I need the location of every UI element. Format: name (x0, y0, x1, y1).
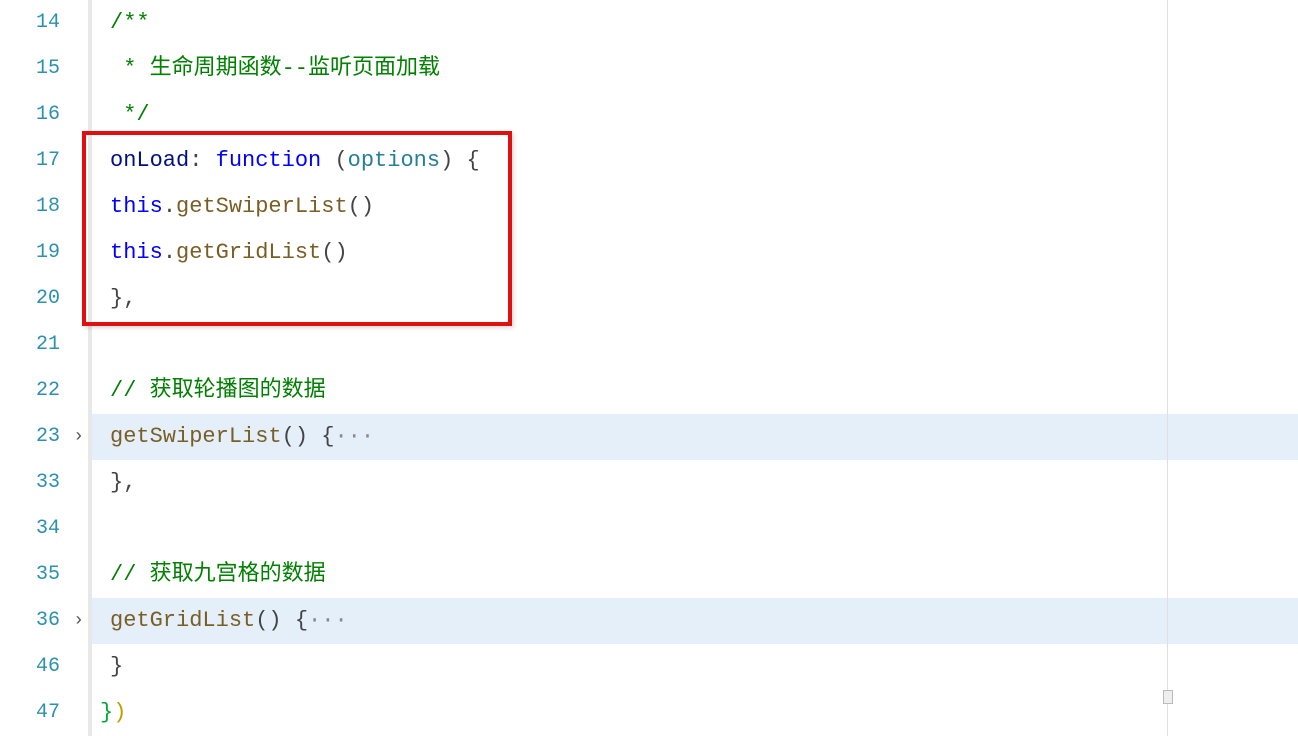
code-line: this.getSwiperList() (92, 184, 1298, 230)
line-number-gutter: 14 15 16 17 18 19 20 21 22 23› 33 34 35 … (0, 0, 88, 736)
code-line: // 获取九宫格的数据 (92, 552, 1298, 598)
line-number: 34 (0, 506, 88, 552)
fold-chevron-icon[interactable]: › (73, 428, 84, 446)
line-number: 16 (0, 92, 88, 138)
code-line: }, (92, 460, 1298, 506)
line-number: 14 (0, 0, 88, 46)
line-number: 20 (0, 276, 88, 322)
line-number: 33 (0, 460, 88, 506)
line-number: 36› (0, 598, 88, 644)
code-line: this.getGridList() (92, 230, 1298, 276)
code-area[interactable]: /** * 生命周期函数--监听页面加载 */ onLoad: function… (88, 0, 1298, 736)
ruler-line (1167, 0, 1168, 736)
line-number: 15 (0, 46, 88, 92)
code-line: onLoad: function (options) { (92, 138, 1298, 184)
code-line (92, 322, 1298, 368)
line-number: 19 (0, 230, 88, 276)
line-number: 17 (0, 138, 88, 184)
code-line: /** (92, 0, 1298, 46)
code-line: // 获取轮播图的数据 (92, 368, 1298, 414)
code-line-folded: getGridList() {··· (92, 598, 1298, 644)
code-line: * 生命周期函数--监听页面加载 (92, 46, 1298, 92)
code-line: }) (92, 690, 1298, 736)
line-number: 22 (0, 368, 88, 414)
code-line: } (92, 644, 1298, 690)
scrollbar-thumb[interactable] (1163, 690, 1173, 704)
code-line: }, (92, 276, 1298, 322)
line-number: 47 (0, 690, 88, 736)
fold-chevron-icon[interactable]: › (73, 612, 84, 630)
code-editor: 14 15 16 17 18 19 20 21 22 23› 33 34 35 … (0, 0, 1298, 736)
code-line-folded: getSwiperList() {··· (92, 414, 1298, 460)
code-line (92, 506, 1298, 552)
code-line: */ (92, 92, 1298, 138)
line-number: 46 (0, 644, 88, 690)
line-number: 35 (0, 552, 88, 598)
line-number: 18 (0, 184, 88, 230)
line-number: 21 (0, 322, 88, 368)
line-number: 23› (0, 414, 88, 460)
